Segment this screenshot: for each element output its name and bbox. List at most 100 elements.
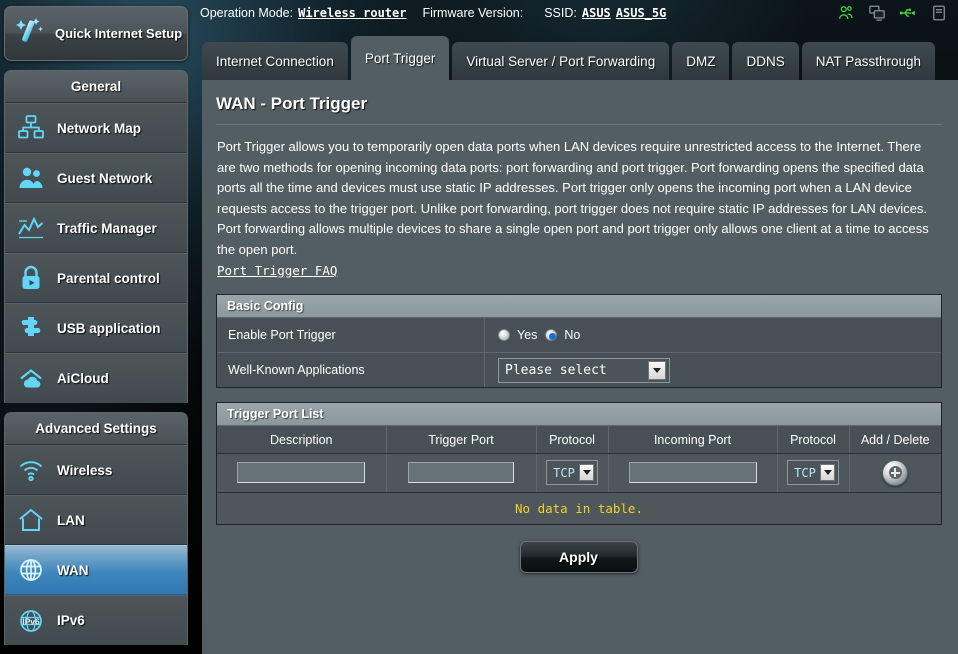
- tab-bar: Internet Connection Port Trigger Virtual…: [202, 36, 938, 80]
- tab-dmz[interactable]: DMZ: [672, 42, 730, 80]
- protocol-1-value: TCP: [553, 465, 575, 480]
- trigger-port-list-section: Trigger Port List Description Trigger Po…: [216, 402, 942, 525]
- sidebar-item-label: Traffic Manager: [57, 220, 157, 236]
- sidebar-item-ipv6[interactable]: IPv6 IPv6: [5, 595, 187, 645]
- sidebar-item-label: Network Map: [57, 120, 142, 136]
- cell-description: [217, 453, 387, 492]
- cell-protocol-1: TCP: [536, 453, 609, 492]
- printer-icon[interactable]: [930, 4, 948, 22]
- firmware-version-field: Firmware Version:: [422, 6, 528, 20]
- port-trigger-faq-link[interactable]: Port Trigger FAQ: [217, 263, 337, 278]
- column-protocol-2: Protocol: [777, 425, 850, 454]
- trigger-port-input[interactable]: [408, 462, 514, 484]
- table-header-row: Description Trigger Port Protocol Incomi…: [217, 425, 941, 454]
- ssid-value-5ghz[interactable]: ASUS_5G: [616, 6, 667, 20]
- tab-nat-passthrough[interactable]: NAT Passthrough: [801, 42, 936, 80]
- ssid-label: SSID:: [544, 6, 577, 20]
- operation-mode-value[interactable]: Wireless router: [298, 6, 406, 20]
- enable-port-trigger-control: Yes No: [485, 318, 941, 352]
- sidebar-item-label: Wireless: [57, 462, 113, 478]
- basic-config-section: Basic Config Enable Port Trigger Yes No …: [216, 294, 942, 388]
- apply-button[interactable]: Apply: [519, 540, 638, 573]
- puzzle-icon: [16, 313, 46, 343]
- well-known-applications-value: Please select: [505, 362, 607, 378]
- chevron-down-icon: [820, 464, 835, 482]
- column-protocol-1: Protocol: [536, 425, 609, 454]
- radio-yes-label: Yes: [517, 328, 538, 342]
- table-entry-row: TCP TCP: [217, 453, 941, 492]
- incoming-port-input[interactable]: [628, 462, 757, 484]
- ipv6-globe-icon: IPv6: [16, 606, 46, 636]
- radio-yes-indicator: [498, 329, 510, 341]
- tab-virtual-server-port-forwarding[interactable]: Virtual Server / Port Forwarding: [452, 42, 670, 80]
- usb-icon[interactable]: [899, 4, 917, 22]
- radio-yes[interactable]: Yes: [498, 328, 537, 342]
- protocol-1-select[interactable]: TCP: [546, 460, 598, 486]
- quick-internet-setup-button[interactable]: Quick Internet Setup: [4, 6, 188, 61]
- add-row-button[interactable]: [882, 459, 909, 486]
- enable-port-trigger-label: Enable Port Trigger: [217, 318, 485, 352]
- sidebar-item-usb-application[interactable]: USB application: [5, 303, 187, 353]
- sidebar: Quick Internet Setup General Network Map: [0, 0, 196, 654]
- house-icon: [16, 505, 46, 535]
- column-add-delete: Add / Delete: [849, 425, 941, 454]
- sidebar-group-advanced-title: Advanced Settings: [5, 413, 187, 445]
- apply-button-row: Apply: [213, 540, 944, 573]
- tab-internet-connection[interactable]: Internet Connection: [202, 42, 348, 80]
- devices-icon[interactable]: [868, 4, 886, 22]
- empty-table-message: No data in table.: [217, 491, 941, 524]
- topbar-icon-group: [837, 4, 958, 22]
- enable-port-trigger-row: Enable Port Trigger Yes No: [217, 317, 941, 352]
- radio-no-label: No: [564, 328, 581, 342]
- sidebar-item-label: Guest Network: [57, 170, 153, 186]
- globe-icon: [16, 555, 46, 585]
- sidebar-group-general: General Network Map Guest Network Traffi…: [4, 70, 188, 403]
- description-input[interactable]: [237, 462, 366, 484]
- column-trigger-port: Trigger Port: [386, 425, 537, 454]
- sidebar-item-parental-control[interactable]: Parental control: [5, 253, 187, 303]
- tab-port-trigger[interactable]: Port Trigger: [350, 36, 450, 80]
- sidebar-item-label: WAN: [57, 562, 89, 578]
- magic-wand-icon: [13, 14, 47, 53]
- sidebar-item-guest-network[interactable]: Guest Network: [5, 153, 187, 203]
- sidebar-item-network-map[interactable]: Network Map: [5, 103, 187, 153]
- tab-ddns[interactable]: DDNS: [732, 42, 799, 80]
- ssid-value-2ghz[interactable]: ASUS: [582, 6, 611, 20]
- firmware-version-label: Firmware Version:: [422, 6, 524, 20]
- protocol-2-value: TCP: [794, 465, 816, 480]
- basic-config-header: Basic Config: [217, 295, 941, 317]
- traffic-manager-icon: [16, 213, 46, 243]
- cell-trigger-port: [386, 453, 537, 492]
- network-map-icon: [16, 113, 46, 143]
- page-description: Port Trigger allows you to temporarily o…: [217, 139, 929, 257]
- sidebar-item-label: Parental control: [57, 270, 160, 286]
- chevron-down-icon: [648, 360, 666, 380]
- sidebar-item-wan[interactable]: WAN: [5, 545, 187, 595]
- radio-no[interactable]: No: [545, 328, 580, 342]
- well-known-applications-label: Well-Known Applications: [217, 353, 485, 387]
- operation-mode-label: Operation Mode:: [200, 6, 294, 20]
- top-status-bar: Operation Mode: Wireless router Firmware…: [200, 0, 958, 26]
- sidebar-item-lan[interactable]: LAN: [5, 495, 187, 545]
- well-known-applications-control: Please select: [485, 353, 941, 387]
- ssid-field: SSID: ASUS ASUS_5G: [544, 6, 666, 20]
- protocol-2-select[interactable]: TCP: [787, 460, 839, 486]
- cell-add-delete: [849, 453, 941, 492]
- sidebar-item-label: USB application: [57, 320, 161, 336]
- well-known-applications-select[interactable]: Please select: [498, 357, 670, 383]
- sidebar-item-label: IPv6: [57, 613, 85, 628]
- cloud-icon: [16, 364, 46, 394]
- sidebar-group-general-title: General: [5, 71, 187, 103]
- chevron-down-icon: [579, 464, 594, 482]
- well-known-applications-row: Well-Known Applications Please select: [217, 352, 941, 387]
- radio-no-indicator: [545, 329, 558, 341]
- clients-icon[interactable]: [837, 4, 855, 22]
- trigger-port-list-header: Trigger Port List: [217, 403, 941, 425]
- cell-incoming-port: [608, 453, 778, 492]
- sidebar-item-wireless[interactable]: Wireless: [5, 445, 187, 495]
- sidebar-item-aicloud[interactable]: AiCloud: [5, 353, 187, 403]
- wifi-icon: [16, 455, 46, 485]
- svg-text:IPv6: IPv6: [22, 616, 40, 626]
- sidebar-item-label: LAN: [57, 512, 85, 528]
- sidebar-item-traffic-manager[interactable]: Traffic Manager: [5, 203, 187, 253]
